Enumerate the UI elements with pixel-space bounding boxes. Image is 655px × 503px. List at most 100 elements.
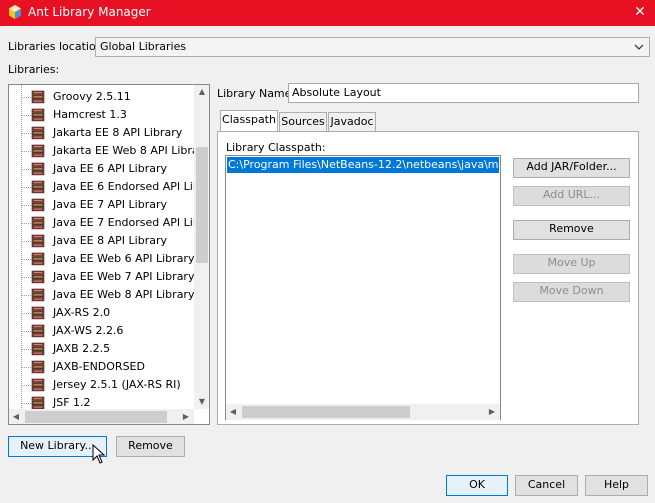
- library-list-item[interactable]: Jakarta EE Web 8 API Library: [9, 142, 209, 160]
- library-list-item[interactable]: Java EE 6 Endorsed API Library: [9, 178, 209, 196]
- library-list-item[interactable]: Java EE 7 Endorsed API Library: [9, 214, 209, 232]
- tree-line: [22, 133, 31, 134]
- library-list-item[interactable]: JAX-WS 2.2.6: [9, 322, 199, 340]
- scroll-down-arrow[interactable]: ▼: [194, 395, 209, 409]
- library-books-icon: [31, 306, 45, 320]
- library-list-item-label: JAX-RS 2.0: [53, 306, 111, 319]
- mouse-pointer-icon: [92, 444, 106, 464]
- move-down-button[interactable]: Move Down: [513, 282, 630, 302]
- classpath-scroll-thumb[interactable]: [242, 406, 410, 418]
- library-books-icon: [31, 342, 45, 356]
- tree-line: [22, 169, 31, 170]
- library-list-item-label: Java EE 6 Endorsed API Library: [53, 180, 210, 193]
- library-list-item-label: JSF 1.2: [53, 396, 91, 409]
- library-name-field[interactable]: Absolute Layout: [288, 83, 639, 103]
- classpath-list[interactable]: C:\Program Files\NetBeans-12.2\netbeans\…: [225, 155, 501, 420]
- scroll-left-arrow[interactable]: ◀: [226, 405, 240, 419]
- library-list-item-label: JAXB-ENDORSED: [53, 360, 145, 373]
- libraries-location-label: Libraries location:: [8, 40, 107, 53]
- window-title: Ant Library Manager: [28, 5, 151, 19]
- classpath-entry[interactable]: C:\Program Files\NetBeans-12.2\netbeans\…: [227, 157, 499, 173]
- library-list-item[interactable]: Hamcrest 1.3: [9, 106, 199, 124]
- tab-sources-label: Sources: [281, 115, 325, 128]
- tree-line: [22, 259, 31, 260]
- library-books-icon: [31, 324, 45, 338]
- library-list-item-label: Groovy 2.5.11: [53, 90, 131, 103]
- library-list-item[interactable]: JAXB-ENDORSED: [9, 358, 199, 376]
- tree-line: [22, 151, 31, 152]
- library-list-item[interactable]: Jakarta EE 8 API Library: [9, 124, 199, 142]
- tab-classpath[interactable]: Classpath: [220, 110, 278, 132]
- library-list-item[interactable]: Java EE Web 7 API Library: [9, 268, 199, 286]
- library-list-item-label: Java EE 7 API Library: [53, 198, 167, 211]
- tree-line: [22, 205, 31, 206]
- tree-line: [22, 241, 31, 242]
- library-list-item-label: Java EE Web 8 API Library: [53, 288, 195, 301]
- library-list-item-label: JAX-WS 2.2.6: [53, 324, 124, 337]
- tab-classpath-label: Classpath: [222, 113, 276, 126]
- move-up-button[interactable]: Move Up: [513, 254, 630, 274]
- classpath-horizontal-scrollbar[interactable]: ◀ ▶: [226, 404, 500, 420]
- ok-button[interactable]: OK: [446, 475, 508, 496]
- library-list-item[interactable]: JAX-RS 2.0: [9, 304, 199, 322]
- help-button[interactable]: Help: [585, 475, 648, 496]
- library-books-icon: [31, 126, 45, 140]
- tree-line: [22, 223, 31, 224]
- remove-library-button[interactable]: Remove: [116, 436, 185, 457]
- horizontal-scroll-thumb[interactable]: [25, 411, 167, 423]
- library-list-item-label: Java EE 7 Endorsed API Library: [53, 216, 210, 229]
- vertical-scroll-thumb[interactable]: [196, 147, 208, 263]
- vertical-scrollbar[interactable]: ▲ ▼: [194, 85, 209, 409]
- library-list-item[interactable]: Java EE 6 API Library: [9, 160, 199, 178]
- remove-classpath-button[interactable]: Remove: [513, 220, 630, 240]
- tree-line: [22, 295, 31, 296]
- library-books-icon: [31, 162, 45, 176]
- library-list-item-label: JAXB 2.2.5: [53, 342, 111, 355]
- library-classpath-label: Library Classpath:: [226, 141, 326, 154]
- library-list-item-label: Java EE Web 6 API Library: [53, 252, 195, 265]
- add-url-button[interactable]: Add URL...: [513, 186, 630, 206]
- scroll-left-arrow[interactable]: ◀: [9, 410, 23, 424]
- title-bar: Ant Library Manager ✕: [0, 0, 655, 26]
- chevron-down-icon: [634, 44, 644, 50]
- library-list-item[interactable]: Java EE 8 API Library: [9, 232, 199, 250]
- library-books-icon: [31, 90, 45, 104]
- cancel-button[interactable]: Cancel: [515, 475, 578, 496]
- library-books-icon: [31, 198, 45, 212]
- close-button[interactable]: ✕: [625, 0, 655, 26]
- library-books-icon: [31, 270, 45, 284]
- libraries-label: Libraries:: [8, 63, 60, 76]
- library-list-item[interactable]: Jersey 2.5.1 (JAX-RS RI): [9, 376, 199, 394]
- tree-line: [22, 367, 31, 368]
- libraries-location-value: Global Libraries: [100, 40, 187, 53]
- scroll-right-arrow[interactable]: ▶: [485, 405, 499, 419]
- tab-sources[interactable]: Sources: [279, 112, 327, 132]
- tree-line: [22, 403, 31, 404]
- library-list-item[interactable]: Java EE 7 API Library: [9, 196, 199, 214]
- tab-javadoc[interactable]: Javadoc: [328, 112, 376, 132]
- scroll-right-arrow[interactable]: ▶: [179, 410, 193, 424]
- library-books-icon: [31, 216, 45, 230]
- library-list-item[interactable]: Java EE Web 8 API Library: [9, 286, 199, 304]
- horizontal-scrollbar[interactable]: ◀ ▶: [9, 409, 194, 424]
- library-books-icon: [31, 252, 45, 266]
- classpath-panel: Library Classpath: C:\Program Files\NetB…: [217, 131, 639, 425]
- library-name-value: Absolute Layout: [292, 86, 381, 99]
- library-books-icon: [31, 108, 45, 122]
- library-list-item[interactable]: JAXB 2.2.5: [9, 340, 199, 358]
- library-list-item[interactable]: Java EE Web 6 API Library: [9, 250, 199, 268]
- app-icon: [9, 5, 21, 19]
- libraries-list[interactable]: Groovy 2.5.11 Hamcrest 1.3 Jakarta EE 8 AP…: [8, 84, 210, 425]
- library-books-icon: [31, 288, 45, 302]
- library-books-icon: [31, 144, 45, 158]
- tree-line: [22, 277, 31, 278]
- library-list-item-label: Jakarta EE Web 8 API Library: [53, 144, 210, 157]
- libraries-location-select[interactable]: Global Libraries: [95, 37, 650, 57]
- library-books-icon: [31, 360, 45, 374]
- library-list-item[interactable]: Groovy 2.5.11: [9, 88, 199, 106]
- scroll-up-arrow[interactable]: ▲: [194, 85, 209, 99]
- library-list-item-label: Hamcrest 1.3: [53, 108, 127, 121]
- library-list-item-label: Java EE 6 API Library: [53, 162, 167, 175]
- add-jar-folder-button[interactable]: Add JAR/Folder...: [513, 158, 630, 178]
- tree-line: [22, 97, 31, 98]
